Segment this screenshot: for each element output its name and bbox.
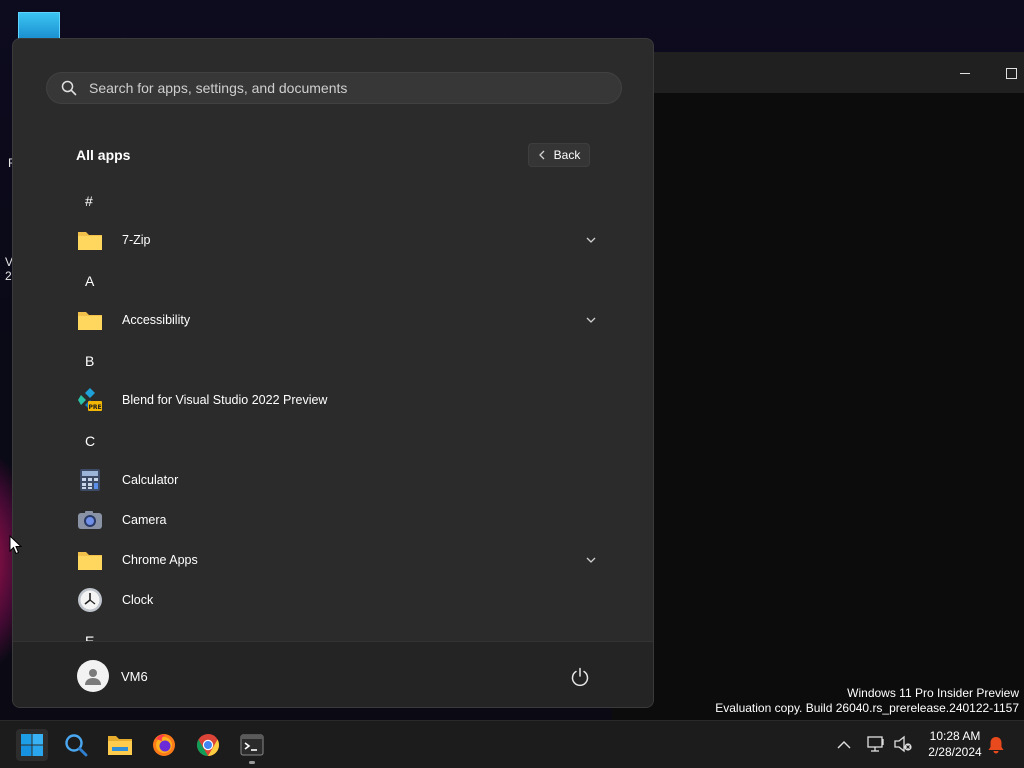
terminal-icon — [240, 734, 264, 756]
notification-bell-icon[interactable] — [987, 735, 1005, 755]
chrome-icon — [197, 734, 219, 756]
terminal-window[interactable] — [612, 52, 1024, 720]
folder-icon — [77, 227, 103, 253]
taskbar: 10:28 AM 2/28/2024 — [0, 720, 1024, 768]
app-label: Accessibility — [122, 313, 191, 327]
watermark-build: Evaluation copy. Build 26040.rs_prerelea… — [715, 701, 1019, 715]
search-icon — [65, 734, 88, 757]
user-icon — [85, 669, 101, 685]
app-item-camera[interactable]: Camera — [69, 502, 599, 538]
back-label: Back — [553, 148, 581, 162]
letter-header[interactable]: A — [85, 273, 94, 289]
start-button[interactable] — [16, 729, 48, 761]
clock-icon — [77, 587, 103, 613]
search-placeholder: Search for apps, settings, and documents — [89, 80, 348, 96]
app-label: Chrome Apps — [122, 553, 198, 567]
all-apps-list[interactable]: # 7-Zip A Accessibility B PRE Blend for … — [13, 179, 653, 641]
file-explorer-button[interactable] — [104, 729, 136, 761]
app-label: Blend for Visual Studio 2022 Preview — [122, 393, 328, 407]
letter-header[interactable]: B — [85, 353, 94, 369]
file-explorer-icon — [108, 736, 132, 755]
app-item-clock[interactable]: Clock — [69, 582, 599, 618]
mouse-cursor-icon — [9, 535, 23, 555]
firefox-button[interactable] — [148, 729, 180, 761]
calculator-icon — [77, 467, 103, 493]
app-item-7zip[interactable]: 7-Zip — [69, 222, 599, 258]
desktop-shortcut-icon[interactable] — [18, 12, 60, 40]
clock-time: 10:28 AM — [929, 729, 981, 743]
running-indicator — [249, 761, 255, 764]
user-avatar[interactable] — [77, 660, 109, 692]
letter-header[interactable]: # — [85, 193, 93, 209]
power-icon[interactable] — [569, 666, 591, 688]
letter-header[interactable]: C — [85, 433, 95, 449]
folder-icon — [77, 307, 103, 333]
chevron-left-icon — [538, 150, 545, 160]
start-footer: VM6 — [13, 641, 653, 707]
svg-text:PRE: PRE — [88, 404, 101, 411]
taskbar-clock[interactable]: 10:28 AM 2/28/2024 — [918, 728, 992, 760]
folder-icon — [77, 547, 103, 573]
back-button[interactable]: Back — [528, 143, 590, 167]
chevron-down-icon[interactable] — [583, 552, 599, 568]
chrome-button[interactable] — [192, 729, 224, 761]
minimize-button[interactable] — [956, 64, 974, 82]
app-item-accessibility[interactable]: Accessibility — [69, 302, 599, 338]
chevron-down-icon[interactable] — [583, 232, 599, 248]
network-icon[interactable] — [866, 735, 886, 753]
app-item-calculator[interactable]: Calculator — [69, 462, 599, 498]
letter-header[interactable]: E — [85, 633, 94, 641]
maximize-button[interactable] — [1002, 64, 1020, 82]
app-label: Calculator — [122, 473, 179, 487]
chevron-down-icon[interactable] — [583, 312, 599, 328]
watermark-edition: Windows 11 Pro Insider Preview — [847, 686, 1019, 700]
window-titlebar[interactable] — [612, 52, 1024, 93]
volume-muted-icon[interactable] — [893, 735, 913, 753]
clock-date: 2/28/2024 — [928, 745, 982, 759]
app-item-blend[interactable]: PRE Blend for Visual Studio 2022 Preview — [69, 382, 599, 418]
user-name[interactable]: VM6 — [121, 669, 148, 684]
all-apps-title: All apps — [76, 147, 131, 163]
search-input[interactable]: Search for apps, settings, and documents — [46, 72, 622, 104]
chevron-up-icon[interactable] — [836, 738, 852, 752]
start-menu: Search for apps, settings, and documents… — [12, 38, 654, 708]
app-label: Clock — [122, 593, 154, 607]
firefox-icon — [153, 734, 175, 756]
blend-icon: PRE — [77, 387, 103, 413]
start-icon — [21, 734, 43, 756]
search-icon — [61, 80, 77, 96]
app-label: 7-Zip — [122, 233, 151, 247]
app-item-chrome-apps[interactable]: Chrome Apps — [69, 542, 599, 578]
app-label: Camera — [122, 513, 167, 527]
taskbar-search-button[interactable] — [60, 729, 92, 761]
camera-icon — [77, 507, 103, 533]
terminal-button[interactable] — [236, 729, 268, 761]
